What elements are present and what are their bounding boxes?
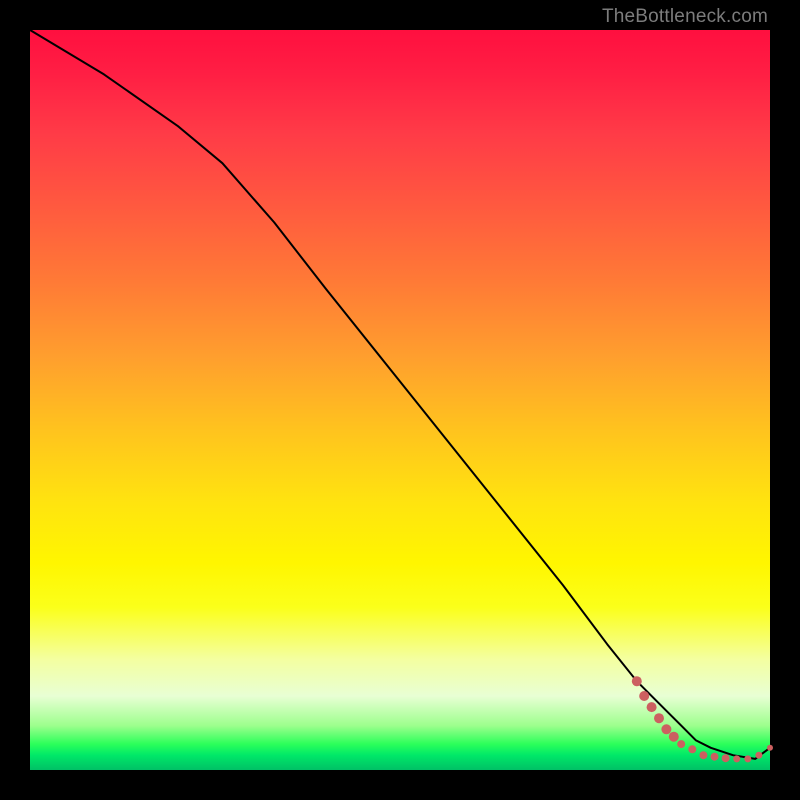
tail-dot xyxy=(677,740,685,748)
plot-area xyxy=(30,30,770,770)
tail-dot xyxy=(688,745,696,753)
tail-dot xyxy=(744,755,751,762)
chart-svg xyxy=(30,30,770,770)
tail-dot xyxy=(699,751,707,759)
tail-dot xyxy=(767,745,773,751)
tail-dot xyxy=(647,702,657,712)
bottleneck-curve xyxy=(30,30,770,759)
tail-dot xyxy=(661,724,671,734)
tail-dot xyxy=(733,755,740,762)
tail-dot xyxy=(632,676,642,686)
chart-frame: TheBottleneck.com xyxy=(0,0,800,800)
tail-dot xyxy=(755,752,762,759)
tail-dot xyxy=(711,753,719,761)
watermark-text: TheBottleneck.com xyxy=(602,6,768,28)
tail-dot xyxy=(654,713,664,723)
tail-dot xyxy=(639,691,649,701)
tail-dot xyxy=(669,732,679,742)
tail-dot xyxy=(722,754,730,762)
tail-dot-group xyxy=(632,676,773,762)
